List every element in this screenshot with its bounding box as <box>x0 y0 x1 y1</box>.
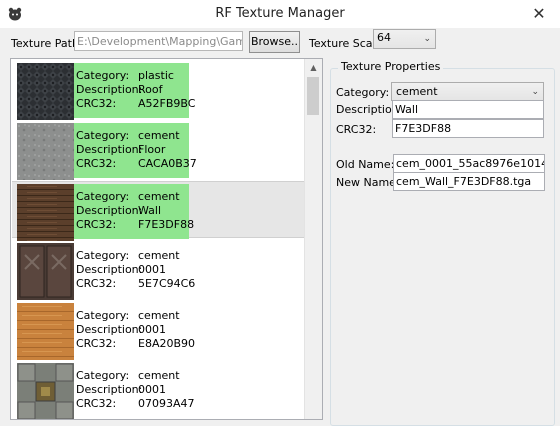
description-label: Description: <box>76 143 143 156</box>
category-select-value: cement <box>396 85 438 98</box>
category-value: cement <box>138 369 180 382</box>
crc-value: CACA0B37 <box>138 157 197 170</box>
new-name-field[interactable]: cem_Wall_F7E3DF88.tga <box>393 172 545 191</box>
category-select[interactable]: cement ⌄ <box>391 82 544 101</box>
category-label: Category: <box>76 249 130 262</box>
description-label: Description: <box>76 204 143 217</box>
texture-info: Category: plastic Description: Roof CRC32: A5… <box>74 63 195 118</box>
crc-value: 5E7C94C6 <box>138 277 196 290</box>
crc-label: CRC32: <box>76 218 117 231</box>
scroll-up-arrow-icon[interactable]: ▲ <box>305 59 322 76</box>
texture-list-item[interactable]: Category: cement Description: 0001 CRC32: E8A… <box>12 301 305 360</box>
texture-path-label: Texture Path: <box>11 37 83 50</box>
texture-list-item[interactable]: Category: cement Description: 0001 CRC32: 070… <box>12 361 305 419</box>
texture-thumbnail <box>17 123 74 180</box>
description-field[interactable]: Wall <box>392 100 544 119</box>
texture-thumbnail <box>17 243 74 300</box>
texture-info: Category: cement Description: 0001 CRC32: 5E7… <box>74 243 195 298</box>
texture-scale-value: 64 <box>377 31 391 44</box>
browse-button[interactable]: Browse.. <box>249 31 300 53</box>
crc-value: A52FB9BC <box>138 97 196 110</box>
texture-thumbnail <box>17 363 74 419</box>
category-label: Category: <box>76 369 130 382</box>
texture-list-item[interactable]: Category: cement Description: Floor CRC32: CA… <box>12 121 305 180</box>
window-title: RF Texture Manager <box>215 6 345 21</box>
description-label: Description: <box>76 263 143 276</box>
texture-thumbnail <box>17 303 74 360</box>
texture-info: Category: cement Description: 0001 CRC32: 070… <box>74 363 195 418</box>
category-label: Category: <box>76 129 130 142</box>
crc-value: F7E3DF88 <box>138 218 195 231</box>
texture-info: Category: cement Description: Wall CRC32: F7E… <box>74 184 194 239</box>
texture-properties-title: Texture Properties <box>338 60 444 73</box>
category-value: cement <box>138 129 180 142</box>
description-value: Roof <box>138 83 163 96</box>
texture-list-item[interactable]: Category: cement Description: 0001 CRC32: 5E7… <box>12 241 305 300</box>
description-value: 0001 <box>138 263 166 276</box>
description-value: Floor <box>138 143 166 156</box>
old-name-label: Old Name: <box>336 158 395 171</box>
texture-info: Category: cement Description: Floor CRC32: CA… <box>74 123 197 178</box>
crc-label: CRC32: <box>76 157 117 170</box>
chevron-down-icon: ⌄ <box>531 87 539 97</box>
category-label: Category: <box>336 86 390 99</box>
description-label: Description: <box>76 83 143 96</box>
vertical-scrollbar[interactable]: ▲ <box>304 59 322 419</box>
texture-path-input[interactable]: E:\Development\Mapping\Game\user_maps\te… <box>74 31 243 51</box>
texture-scale-select[interactable]: 64 ⌄ <box>373 29 436 49</box>
close-button[interactable]: ✕ <box>518 0 560 28</box>
description-label: Description: <box>76 383 143 396</box>
crc-label: CRC32: <box>336 123 377 136</box>
texture-thumbnail <box>17 184 74 241</box>
crc-label: CRC32: <box>76 277 117 290</box>
category-value: cement <box>138 249 180 262</box>
crc-label: CRC32: <box>76 397 117 410</box>
crc-label: CRC32: <box>76 97 117 110</box>
description-value: 0001 <box>138 323 166 336</box>
category-value: plastic <box>138 69 174 82</box>
scroll-thumb[interactable] <box>307 77 319 115</box>
description-label: Description: <box>76 323 143 336</box>
texture-list-item[interactable]: Category: cement Description: Wall CRC32: F7E… <box>12 181 305 241</box>
category-label: Category: <box>76 190 130 203</box>
description-value: 0001 <box>138 383 166 396</box>
crc-value: 07093A47 <box>138 397 195 410</box>
texture-list-item[interactable]: Category: plastic Description: Roof CRC32: A5… <box>12 61 305 120</box>
crc-label: CRC32: <box>76 337 117 350</box>
old-name-field[interactable]: cem_0001_55ac8976e1014b32.tga <box>393 154 545 173</box>
crc-field[interactable]: F7E3DF88 <box>392 119 544 138</box>
title-bar: RF Texture Manager ✕ <box>0 0 560 28</box>
category-label: Category: <box>76 69 130 82</box>
texture-info: Category: cement Description: 0001 CRC32: E8A… <box>74 303 195 358</box>
category-value: cement <box>138 190 180 203</box>
category-value: cement <box>138 309 180 322</box>
category-label: Category: <box>76 309 130 322</box>
new-name-label: New Name: <box>336 176 400 189</box>
chevron-down-icon: ⌄ <box>423 34 431 44</box>
texture-list[interactable]: Category: plastic Description: Roof CRC32: A5… <box>10 58 323 420</box>
texture-thumbnail <box>17 63 74 120</box>
crc-value: E8A20B90 <box>138 337 196 350</box>
description-value: Wall <box>138 204 162 217</box>
